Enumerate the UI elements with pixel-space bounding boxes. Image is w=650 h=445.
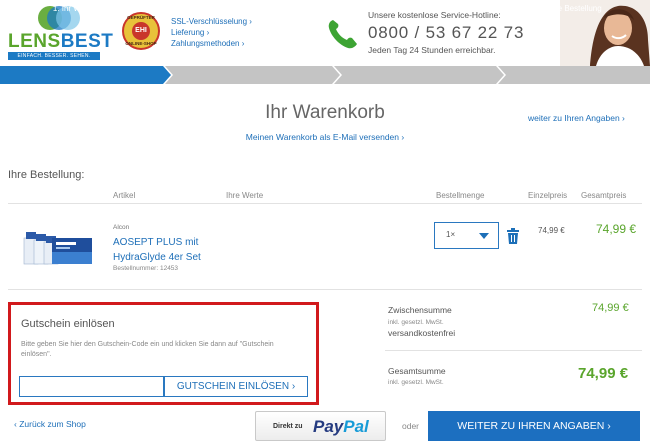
or-separator: oder: [402, 421, 420, 431]
lieferung-link[interactable]: Lieferung ›: [171, 27, 252, 38]
product-name-link[interactable]: AOSEPT PLUS mit HydraGlyde 4er Set: [113, 235, 233, 265]
step-zahlweise[interactable]: 3. Ihre Zahlweise: [340, 0, 500, 18]
divider: [8, 203, 642, 204]
hotline-hours: Jeden Tag 24 Stunden erreichbar.: [368, 45, 496, 55]
column-header-werte: Ihre Werte: [226, 191, 264, 200]
subtotal-label: Zwischensumme: [388, 305, 452, 315]
column-header-einzelpreis: Einzelpreis: [528, 191, 568, 200]
product-image[interactable]: [22, 228, 94, 266]
trash-icon[interactable]: [506, 228, 520, 244]
hotline-number[interactable]: 0800 / 53 67 22 73: [368, 23, 524, 43]
product-brand: Alcon: [113, 224, 130, 231]
order-section-title: Ihre Bestellung:: [8, 169, 85, 181]
coupon-code-input[interactable]: [19, 376, 164, 397]
total-tax-note: inkl. gesetzl. MwSt.: [388, 379, 444, 386]
line-total-price: 74,99 €: [596, 222, 637, 236]
divider: [385, 350, 642, 351]
weiter-angaben-link[interactable]: weiter zu Ihren Angaben ›: [528, 113, 625, 123]
coupon-panel: Gutschein einlösen Bitte geben Sie hier …: [8, 302, 319, 405]
column-header-menge: Bestellmenge: [436, 191, 485, 200]
paypal-express-button[interactable]: Direkt zu PayPal: [255, 411, 386, 441]
quantity-value: 1×: [446, 230, 456, 239]
step-warenkorb: 1. Ihr Warenkorb: [52, 4, 113, 13]
phone-icon: [328, 20, 357, 49]
divider: [8, 289, 642, 290]
back-to-shop-link[interactable]: ‹ Zurück zum Shop: [14, 419, 86, 429]
logo-wordmark: LENSBEST: [8, 31, 114, 52]
quantity-select[interactable]: 1×: [434, 222, 499, 249]
coupon-instructions: Bitte geben Sie hier den Gutschein-Code …: [21, 341, 274, 358]
subtotal-value: 74,99 €: [592, 302, 629, 314]
email-cart-link[interactable]: Meinen Warenkorb als E-Mail versenden ›: [0, 132, 650, 142]
unit-price: 74,99 €: [538, 226, 565, 235]
continue-button[interactable]: WEITER ZU IHREN ANGABEN ›: [428, 411, 640, 441]
column-header-gesamtpreis: Gesamtpreis: [581, 191, 627, 200]
product-number: Bestellnummer: 12453: [113, 265, 179, 272]
redeem-coupon-button[interactable]: GUTSCHEIN EINLÖSEN ›: [164, 376, 308, 397]
paypal-logo: PayPal: [313, 417, 369, 436]
total-label: Gesamtsumme: [388, 366, 446, 376]
checkout-steps: [0, 66, 650, 84]
chevron-down-icon: [479, 233, 489, 239]
paypal-prefix: Direkt zu: [273, 423, 303, 430]
zahlungsmethoden-link[interactable]: Zahlungsmethoden ›: [171, 38, 252, 49]
column-header-artikel: Artikel: [113, 191, 136, 200]
step-bestellung[interactable]: Ihre Bestellung: [505, 0, 645, 18]
coupon-title: Gutschein einlösen: [21, 318, 115, 330]
subtotal-tax-note: inkl. gesetzl. MwSt.: [388, 319, 444, 326]
logo-tagline: EINFACH. BESSER. SEHEN.: [8, 52, 100, 60]
shipping-note: versandkostenfrei: [388, 328, 456, 338]
step-angaben[interactable]: 2. Ihre persönlichen Angaben: [170, 0, 335, 18]
header-info-links: SSL-Verschlüsselung › Lieferung › Zahlun…: [171, 16, 252, 49]
total-value: 74,99 €: [578, 365, 629, 382]
